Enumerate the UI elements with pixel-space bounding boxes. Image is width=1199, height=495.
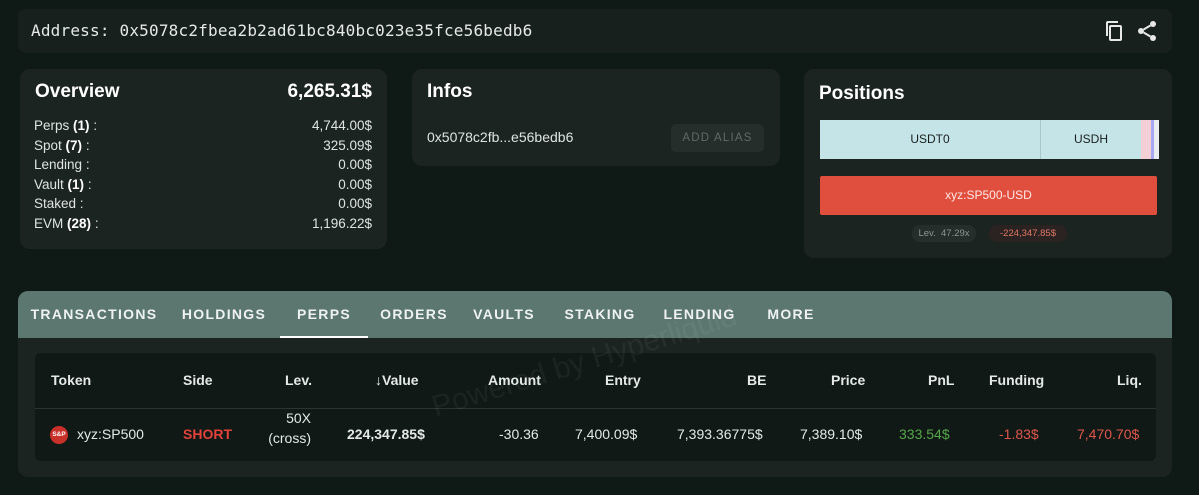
overview-row-colon: : xyxy=(93,118,98,133)
overview-row-label: Staked : xyxy=(34,196,84,211)
address-bar: Address: 0x5078c2fbea2b2ad61bc840bc023e3… xyxy=(18,9,1172,53)
positions-card: Positions xyxy=(804,69,1172,258)
arrow-down-icon: ↓ xyxy=(375,372,382,388)
overview-row-count: (28) xyxy=(67,216,92,231)
overview-row: Perps (1) : 4,744.00$ xyxy=(34,118,372,137)
overview-card: Overview 6,265.31$ Perps (1) : 4,744.00$ S… xyxy=(20,69,387,249)
perp-position-bar[interactable]: xyz:SP500-USD xyxy=(820,176,1157,215)
col-funding[interactable]: Funding xyxy=(989,372,1044,388)
leverage-label: Lev. xyxy=(918,228,936,239)
overview-row-colon: : xyxy=(79,196,84,211)
overview-row-value: 0.00$ xyxy=(338,177,372,192)
infos-title: Infos xyxy=(427,81,473,102)
overview-row-label: Spot (7) : xyxy=(34,138,90,153)
overview-row-value: 0.00$ xyxy=(338,196,372,211)
sp500-logo-icon: S&P xyxy=(50,426,68,444)
overview-row: Lending : 0.00$ xyxy=(34,157,372,176)
row-liq: 7,470.70$ xyxy=(1077,426,1140,442)
overview-row-value: 1,196.22$ xyxy=(311,216,372,231)
copy-icon[interactable] xyxy=(1102,19,1126,43)
tab-orders[interactable]: ORDERS xyxy=(369,291,459,338)
overview-title: Overview xyxy=(35,81,120,102)
col-price[interactable]: Price xyxy=(831,372,865,388)
overview-row-name: Perps xyxy=(34,118,70,133)
col-value-label: Value xyxy=(382,372,419,388)
row-side: SHORT xyxy=(183,426,232,442)
row-lev: 50X (cross) xyxy=(267,408,311,448)
pnl-pill: -224,347.85$ xyxy=(989,225,1067,242)
perps-table: Token Side Lev. ↓Value Amount Entry BE P… xyxy=(35,353,1156,461)
col-pnl[interactable]: PnL xyxy=(928,372,954,388)
leverage-value: 47.29x xyxy=(941,228,970,239)
tab-transactions[interactable]: TRANSACTIONS xyxy=(18,291,170,338)
overview-row-colon: : xyxy=(87,177,92,192)
overview-row-name: Vault xyxy=(34,177,64,192)
row-token[interactable]: xyz:SP500 xyxy=(77,426,144,442)
overview-row-colon: : xyxy=(85,157,90,172)
tab-vaults[interactable]: VAULTS xyxy=(459,291,549,338)
tab-perps[interactable]: PERPS xyxy=(280,291,368,338)
row-value: 224,347.85$ xyxy=(347,426,425,442)
tab-more[interactable]: MORE xyxy=(751,291,831,338)
table-header-divider xyxy=(35,408,1156,409)
overview-row-count: (7) xyxy=(65,138,83,153)
address-text: Address: 0x5078c2fbea2b2ad61bc840bc023e3… xyxy=(31,21,533,40)
overview-row: Spot (7) : 325.09$ xyxy=(34,138,372,157)
spot-segment[interactable]: USDH xyxy=(1040,120,1141,159)
col-amount[interactable]: Amount xyxy=(488,372,541,388)
tab-staking[interactable]: STAKING xyxy=(551,291,649,338)
tab-holdings[interactable]: HOLDINGS xyxy=(170,291,278,338)
overview-row-name: Spot xyxy=(34,138,62,153)
overview-row-label: Perps (1) : xyxy=(34,118,97,133)
spot-segment[interactable]: USDT0 xyxy=(820,120,1040,159)
overview-row-name: Staked xyxy=(34,196,77,211)
tab-lending[interactable]: LENDING xyxy=(649,291,750,338)
col-token[interactable]: Token xyxy=(51,372,91,388)
col-side[interactable]: Side xyxy=(183,372,213,388)
spot-segment[interactable] xyxy=(1154,120,1159,159)
overview-row-count: (1) xyxy=(73,118,90,133)
col-lev[interactable]: Lev. xyxy=(285,372,312,388)
short-address: 0x5078c2fb...e56bedb6 xyxy=(427,129,574,145)
row-funding: -1.83$ xyxy=(999,426,1039,442)
overview-row-count: (1) xyxy=(67,177,85,192)
overview-row-value: 4,744.00$ xyxy=(311,118,372,133)
tabs-panel: TRANSACTIONS HOLDINGS PERPS ORDERS VAULTS STA… xyxy=(18,291,1172,477)
overview-row-name: EVM xyxy=(34,216,64,231)
overview-row-value: 0.00$ xyxy=(338,157,372,172)
overview-row: EVM (28) : 1,196.22$ xyxy=(34,216,372,235)
row-be: 7,393.36775$ xyxy=(677,426,763,442)
overview-row-colon: : xyxy=(85,138,90,153)
spot-allocation-bar: USDT0 USDH xyxy=(820,120,1159,159)
overview-total: 6,265.31$ xyxy=(287,81,372,102)
add-alias-button[interactable]: ADD ALIAS xyxy=(671,124,764,152)
overview-row-label: Vault (1) : xyxy=(34,177,92,192)
row-lev-value: 50X xyxy=(286,410,311,426)
positions-title: Positions xyxy=(819,83,905,104)
col-value[interactable]: ↓Value xyxy=(375,372,419,388)
row-entry: 7,400.09$ xyxy=(575,426,638,442)
overview-row-colon: : xyxy=(94,216,99,231)
row-lev-mode: (cross) xyxy=(268,430,311,446)
col-be[interactable]: BE xyxy=(747,372,766,388)
overview-row: Staked : 0.00$ xyxy=(34,196,372,215)
row-price: 7,389.10$ xyxy=(800,426,863,442)
overview-row-label: EVM (28) : xyxy=(34,216,99,231)
row-pnl: 333.54$ xyxy=(899,426,950,442)
overview-row-value: 325.09$ xyxy=(323,138,372,153)
overview-row-label: Lending : xyxy=(34,157,90,172)
tab-strip: TRANSACTIONS HOLDINGS PERPS ORDERS VAULTS STA… xyxy=(18,291,1172,338)
overview-row-name: Lending xyxy=(34,157,83,172)
col-liq[interactable]: Liq. xyxy=(1117,372,1142,388)
col-entry[interactable]: Entry xyxy=(605,372,641,388)
spot-segment[interactable] xyxy=(1141,120,1151,159)
row-amount: -30.36 xyxy=(499,426,539,442)
share-icon[interactable] xyxy=(1135,19,1159,43)
leverage-pill: Lev. 47.29x xyxy=(912,225,976,242)
overview-row: Vault (1) : 0.00$ xyxy=(34,177,372,196)
